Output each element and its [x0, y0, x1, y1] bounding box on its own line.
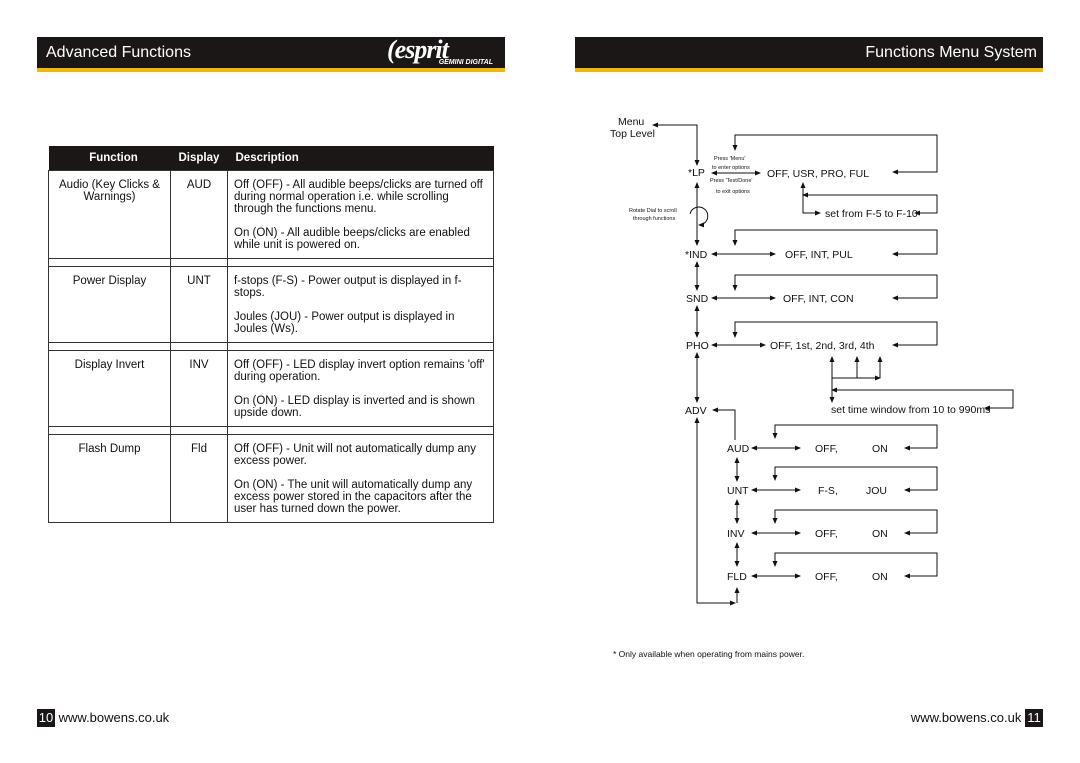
- menu-item-fld: FLD: [727, 571, 747, 583]
- description-text: Off (OFF) - All audible beeps/clicks are…: [234, 178, 483, 215]
- table-row: Flash Dump Fld Off (OFF) - Unit will not a…: [48, 433, 494, 523]
- hint-text: Press 'Test/Done': [710, 178, 752, 184]
- right-page-header: Functions Menu System: [575, 37, 1043, 72]
- lp-set-range: set from F-5 to F-10: [825, 208, 918, 220]
- left-footer: 10 www.bowens.co.uk: [37, 709, 169, 727]
- hint-text: Rotate Dial to scroll: [629, 208, 677, 214]
- display-cell: AUD: [170, 169, 228, 259]
- menu-item-pho: PHO: [686, 340, 709, 352]
- flow-arrow: [772, 552, 938, 579]
- option-aud: OFF,: [815, 443, 838, 455]
- rotate-dial-icon: [689, 206, 709, 228]
- website-link[interactable]: www.bowens.co.uk: [59, 710, 170, 725]
- description-cell: Off (OFF) - LED display invert option re…: [227, 349, 494, 427]
- function-cell: Flash Dump: [48, 433, 171, 523]
- menu-label: Menu: [618, 116, 644, 128]
- description-text: f-stops (F-S) - Power output is displaye…: [234, 274, 462, 299]
- option-inv: OFF,: [815, 528, 838, 540]
- option-aud: ON: [872, 443, 888, 455]
- top-level-label: Top Level: [610, 128, 655, 140]
- display-cell: UNT: [170, 265, 228, 343]
- footnote: * Only available when operating from mai…: [613, 649, 805, 659]
- table-row: Display Invert INV Off (OFF) - LED display…: [48, 349, 494, 427]
- menu-item-unt: UNT: [727, 485, 749, 497]
- hint-text: through functions: [633, 216, 675, 222]
- page-title: Functions Menu System: [865, 44, 1037, 61]
- pho-set-range: set time window from 10 to 990ms: [831, 404, 990, 416]
- functions-menu-diagram: Menu Top Level Press 'Menu' to enter opt…: [610, 116, 1014, 606]
- option-fld: ON: [872, 571, 888, 583]
- hint-text: to exit options: [716, 189, 750, 195]
- esprit-logo: (esprit GEMINI DIGITAL: [387, 35, 493, 66]
- functions-table: Function Display Description Audio (Key …: [48, 146, 494, 523]
- description-cell: Off (OFF) - All audible beeps/clicks are…: [227, 169, 494, 259]
- menu-item-ind: *IND: [685, 249, 708, 261]
- description-cell: Off (OFF) - Unit will not automatically …: [227, 433, 494, 523]
- flow-arrow: [652, 122, 700, 166]
- menu-item-lp: *LP: [688, 167, 705, 179]
- options-lp: OFF, USR, PRO, FUL: [767, 168, 869, 180]
- options-pho: OFF, 1st, 2nd, 3rd, 4th: [770, 340, 875, 352]
- display-cell: INV: [170, 349, 228, 427]
- description-cell: f-stops (F-S) - Power output is displaye…: [227, 265, 494, 343]
- menu-item-snd: SND: [686, 293, 709, 305]
- flow-arrow: [732, 134, 938, 175]
- description-text: Joules (JOU) - Power output is displayed…: [234, 310, 455, 335]
- page-number: 11: [1025, 709, 1043, 727]
- option-unt: JOU: [866, 485, 887, 497]
- flow-arrow: [800, 182, 821, 216]
- flow-arrow: [712, 407, 736, 440]
- function-cell: Power Display: [48, 265, 171, 343]
- description-text: On (ON) - The unit will automatically du…: [234, 478, 473, 515]
- menu-item-aud: AUD: [727, 443, 750, 455]
- page-number: 10: [37, 709, 55, 727]
- description-text: On (ON) - LED display is inverted and is…: [234, 394, 475, 419]
- options-ind: OFF, INT, PUL: [785, 249, 853, 261]
- hint-text: Press 'Menu': [714, 156, 745, 162]
- flow-arrow: [772, 424, 938, 451]
- display-cell: Fld: [170, 433, 228, 523]
- option-fld: OFF,: [815, 571, 838, 583]
- column-header: Description: [227, 146, 494, 170]
- option-inv: ON: [872, 528, 888, 540]
- option-unt: F-S,: [818, 485, 838, 497]
- table-row: Audio (Key Clicks & Warnings) AUD Off (OFF…: [48, 169, 494, 259]
- column-header: Display: [170, 146, 228, 170]
- flow-arrow: [772, 466, 938, 493]
- website-link[interactable]: www.bowens.co.uk: [911, 710, 1022, 725]
- function-cell: Display Invert: [48, 349, 171, 427]
- column-header: Function: [48, 146, 171, 170]
- hint-text: to enter options: [712, 165, 750, 171]
- page-title: Advanced Functions: [46, 44, 191, 61]
- description-text: On (ON) - All audible beeps/clicks are e…: [234, 226, 470, 251]
- right-footer: www.bowens.co.uk 11: [911, 709, 1043, 727]
- menu-item-adv: ADV: [685, 405, 707, 417]
- function-cell: Audio (Key Clicks & Warnings): [48, 169, 171, 259]
- flow-arrow: [772, 509, 938, 536]
- left-page-header: Advanced Functions (esprit GEMINI DIGITAL: [37, 35, 505, 72]
- menu-item-inv: INV: [727, 528, 745, 540]
- description-text: Off (OFF) - Unit will not automatically …: [234, 442, 476, 467]
- options-snd: OFF, INT, CON: [783, 293, 854, 305]
- table-row: Power Display UNT f-stops (F-S) - Power ou…: [48, 265, 494, 343]
- description-text: Off (OFF) - LED display invert option re…: [234, 358, 485, 383]
